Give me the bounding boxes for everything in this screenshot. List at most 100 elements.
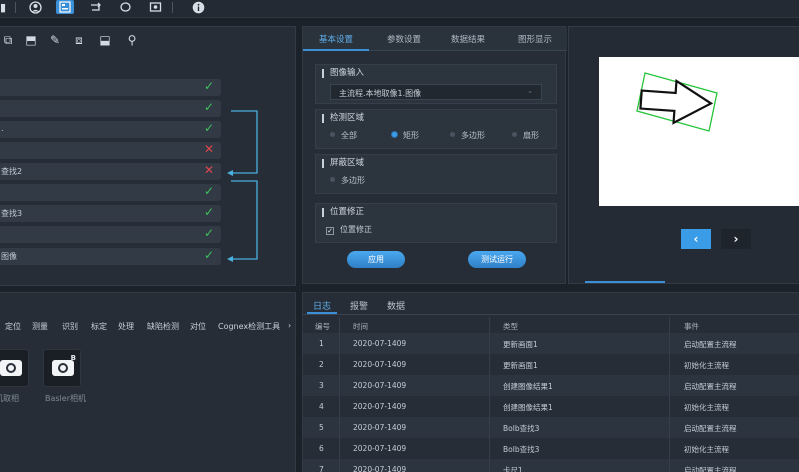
radio-dot: [512, 132, 517, 137]
next-image-button[interactable]: ›: [721, 229, 751, 249]
position-fix-checkbox[interactable]: ✓ 位置修正: [326, 224, 372, 235]
prev-image-button[interactable]: ‹: [681, 229, 711, 249]
test-run-button[interactable]: 测试运行: [468, 251, 526, 268]
camera-lens: [58, 363, 68, 373]
settings-tabs: 基本设置 参数设置 数据结果 图形显示: [303, 27, 567, 51]
column-header-id: 编号: [315, 322, 330, 331]
column-header-event: 事件: [684, 322, 699, 331]
basler-camera-tile[interactable]: B: [43, 349, 81, 387]
cell-type: Bolb查找3: [503, 424, 540, 433]
radio-mask-polygon[interactable]: 多边形: [330, 175, 365, 186]
radio-rectangle[interactable]: 矩形: [392, 130, 419, 141]
user-icon[interactable]: [26, 0, 44, 14]
cell-type: 更新画面1: [503, 340, 538, 349]
table-row[interactable]: 5 2020-07-1409 Bolb查找3 启动配置主流程: [303, 417, 799, 438]
category-defect-detect[interactable]: 缺陷检测: [147, 321, 179, 332]
mask-region-title: 屏蔽区域: [322, 159, 364, 168]
table-row[interactable]: 3 2020-07-1409 创建图像结果1 启动配置主流程: [303, 375, 799, 396]
cell-id: 7: [319, 465, 324, 472]
log-panel: 日志 报警 数据 编号 时间 类型 事件 1 2020-07-1409 更新画面1 启…: [302, 292, 799, 472]
cell-time: 2020-07-1409: [353, 360, 407, 369]
radio-polygon[interactable]: 多边形: [450, 130, 485, 141]
category-process[interactable]: 处理: [118, 321, 134, 332]
category-locate[interactable]: 定位: [5, 321, 21, 332]
category-align[interactable]: 对位: [190, 321, 206, 332]
mask-region-section: 屏蔽区域 多边形: [315, 154, 557, 194]
category-cognex-tools[interactable]: Cognex检测工具: [218, 321, 280, 332]
tab-log[interactable]: 日志: [313, 299, 331, 312]
radio-rectangle-label: 矩形: [403, 131, 419, 140]
column-divider: [339, 317, 340, 472]
cell-type: 创建图像结果1: [503, 382, 553, 391]
position-fix-section: 位置修正 ✓ 位置修正: [315, 203, 557, 243]
tool-category-bar: 定位 测量 识别 标定 处理 缺陷检测 对位 Cognex检测工具 ›: [0, 321, 297, 335]
camera-lens: [6, 363, 16, 373]
position-fix-label: 位置修正: [340, 225, 372, 234]
radio-all-label: 全部: [341, 131, 357, 140]
cell-event: 启动配置主流程: [684, 340, 737, 349]
category-more-icon[interactable]: ›: [288, 321, 291, 330]
loop-icon[interactable]: [86, 0, 104, 14]
tab-alarm[interactable]: 报警: [350, 299, 368, 312]
cell-id: 3: [319, 381, 324, 390]
cell-event: 启动配置主流程: [684, 424, 737, 433]
cell-time: 2020-07-1409: [353, 465, 407, 472]
table-row[interactable]: 1 2020-07-1409 更新画面1 启动配置主流程: [303, 333, 799, 354]
folder-icon[interactable]: ▮: [0, 0, 12, 14]
column-header-type: 类型: [503, 322, 518, 331]
table-row[interactable]: 2 2020-07-1409 更新画面1 初始化主流程: [303, 354, 799, 375]
table-row[interactable]: 6 2020-07-1409 Bolb查找3 初始化主流程: [303, 438, 799, 459]
cell-id: 4: [319, 402, 324, 411]
column-divider: [489, 317, 490, 472]
top-toolbar: ▮: [0, 0, 799, 18]
table-row[interactable]: 4 2020-07-1409 创建图像结果1 初始化主流程: [303, 396, 799, 417]
apply-button[interactable]: 应用: [347, 251, 405, 268]
cell-time: 2020-07-1409: [353, 339, 407, 348]
cell-id: 6: [319, 444, 324, 453]
toolbar-separator: [172, 2, 173, 13]
camera-icon: [52, 360, 74, 376]
detect-region-title: 检测区域: [322, 114, 364, 123]
program-icon[interactable]: [56, 0, 74, 14]
radio-mask-polygon-label: 多边形: [341, 176, 365, 185]
radio-sector[interactable]: 扇形: [512, 130, 539, 141]
cycle-icon[interactable]: [116, 0, 134, 14]
loop-arrow-1: [227, 170, 233, 176]
tab-graphic-display[interactable]: 图形显示: [518, 33, 552, 45]
radio-polygon-label: 多边形: [461, 131, 485, 140]
tab-data-results[interactable]: 数据结果: [451, 33, 485, 45]
cell-time: 2020-07-1409: [353, 381, 407, 390]
category-calibrate[interactable]: 标定: [91, 321, 107, 332]
category-measure[interactable]: 测量: [32, 321, 48, 332]
image-input-section: 图像输入 主流程.本地取像1.图像 ⌄: [315, 64, 557, 104]
loop-arrow-2: [227, 256, 233, 262]
active-tab-indicator: [303, 49, 369, 51]
tab-basic-settings[interactable]: 基本设置: [319, 33, 353, 45]
image-input-value: 主流程.本地取像1.图像: [339, 89, 422, 98]
radio-all[interactable]: 全部: [330, 130, 357, 141]
cell-id: 1: [319, 339, 324, 348]
column-header-time: 时间: [353, 322, 368, 331]
basler-camera-label: Basler相机: [45, 394, 86, 403]
radio-dot: [330, 132, 335, 137]
image-input-select[interactable]: 主流程.本地取像1.图像 ⌄: [330, 84, 542, 100]
radio-dot: [330, 177, 335, 182]
cell-event: 初始化主流程: [684, 403, 729, 412]
image-preview-canvas[interactable]: [599, 57, 799, 206]
table-row[interactable]: 7 2020-07-1409 卡尺1 启动配置主流程: [303, 459, 799, 472]
preview-scroll-indicator[interactable]: [585, 281, 665, 283]
radio-dot: [450, 132, 455, 137]
flow-connectors: [227, 110, 258, 262]
tab-data[interactable]: 数据: [387, 299, 405, 312]
settings-loop-icon[interactable]: [146, 0, 164, 14]
category-recognize[interactable]: 识别: [62, 321, 78, 332]
cell-type: 创建图像结果1: [503, 403, 553, 412]
cell-event: 初始化主流程: [684, 361, 729, 370]
tab-parameter-settings[interactable]: 参数设置: [387, 33, 421, 45]
info-icon[interactable]: [189, 0, 207, 14]
cell-time: 2020-07-1409: [353, 402, 407, 411]
camera-capture-tile[interactable]: [0, 349, 29, 387]
loop-connector-2: [231, 180, 258, 260]
arrow-shape: [639, 79, 714, 125]
settings-panel: 基本设置 参数设置 数据结果 图形显示 图像输入 主流程.本地取像1.图像 ⌄ …: [302, 26, 567, 284]
